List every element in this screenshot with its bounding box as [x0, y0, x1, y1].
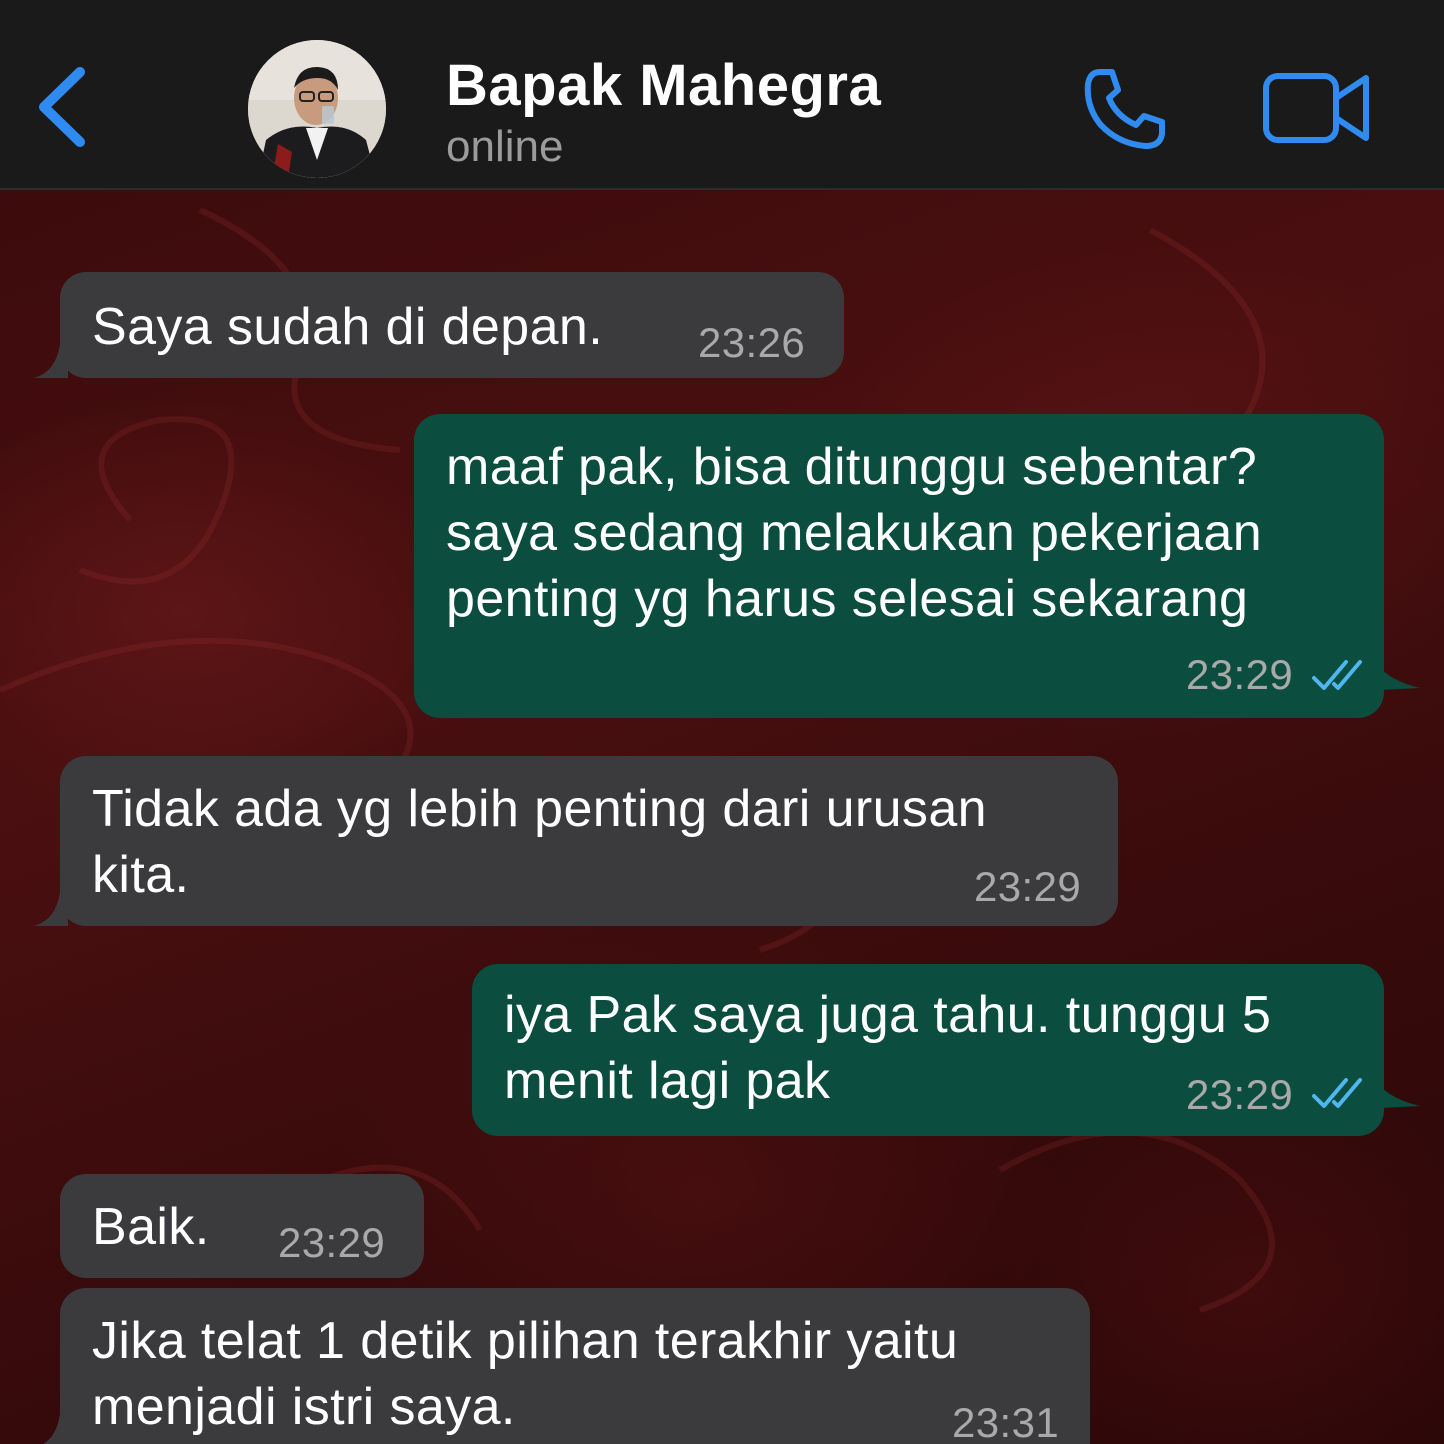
bubble-tail [34, 344, 68, 378]
message-text: Saya sudah di depan. [92, 298, 604, 356]
message-text: Tidak ada yg lebih penting dari urusan k… [92, 780, 987, 904]
contact-status: online [446, 122, 564, 171]
incoming-message[interactable]: Tidak ada yg lebih penting dari urusan k… [34, 756, 1118, 926]
video-call-button[interactable] [1262, 70, 1372, 146]
contact-name[interactable]: Bapak Mahegra [446, 52, 881, 119]
message-time: 23:29 [1186, 1071, 1294, 1118]
message-text: maaf pak, bisa ditunggu sebentar? saya s… [446, 438, 1263, 628]
message-text: iya Pak saya juga tahu. tunggu 5 menit l… [504, 986, 1272, 1110]
message-time: 23:29 [1186, 651, 1294, 698]
read-receipt-icon [1312, 660, 1362, 690]
message-time: 23:29 [974, 863, 1082, 910]
incoming-message[interactable]: Baik. 23:29 [60, 1174, 424, 1278]
incoming-message[interactable]: Jika telat 1 detik pilihan terakhir yait… [43, 1288, 1090, 1444]
avatar[interactable] [248, 40, 386, 178]
bubble-tail [1380, 668, 1420, 690]
bubble-tail [1380, 1086, 1420, 1108]
outgoing-message[interactable]: iya Pak saya juga tahu. tunggu 5 menit l… [472, 964, 1420, 1136]
message-text: Jika telat 1 detik pilihan terakhir yait… [92, 1312, 959, 1436]
bubble-tail [34, 892, 68, 926]
avatar-image [248, 40, 386, 178]
bubble-tail [43, 1414, 68, 1444]
chevron-left-icon [39, 67, 85, 147]
message-time: 23:31 [952, 1399, 1060, 1444]
chat-area[interactable]: Saya sudah di depan. 23:26 maaf pak, bis… [0, 190, 1444, 1444]
voice-call-button[interactable] [1082, 66, 1168, 152]
message-time: 23:26 [698, 319, 806, 366]
phone-icon [1084, 69, 1165, 149]
back-button[interactable] [34, 62, 94, 152]
read-receipt-icon [1312, 1078, 1362, 1108]
chat-header: Bapak Mahegra online [0, 0, 1444, 190]
message-text: Baik. [92, 1198, 210, 1256]
outgoing-message[interactable]: maaf pak, bisa ditunggu sebentar? saya s… [414, 414, 1420, 718]
incoming-message[interactable]: Saya sudah di depan. 23:26 [34, 272, 844, 378]
message-time: 23:29 [278, 1219, 386, 1266]
video-camera-icon [1263, 73, 1369, 143]
